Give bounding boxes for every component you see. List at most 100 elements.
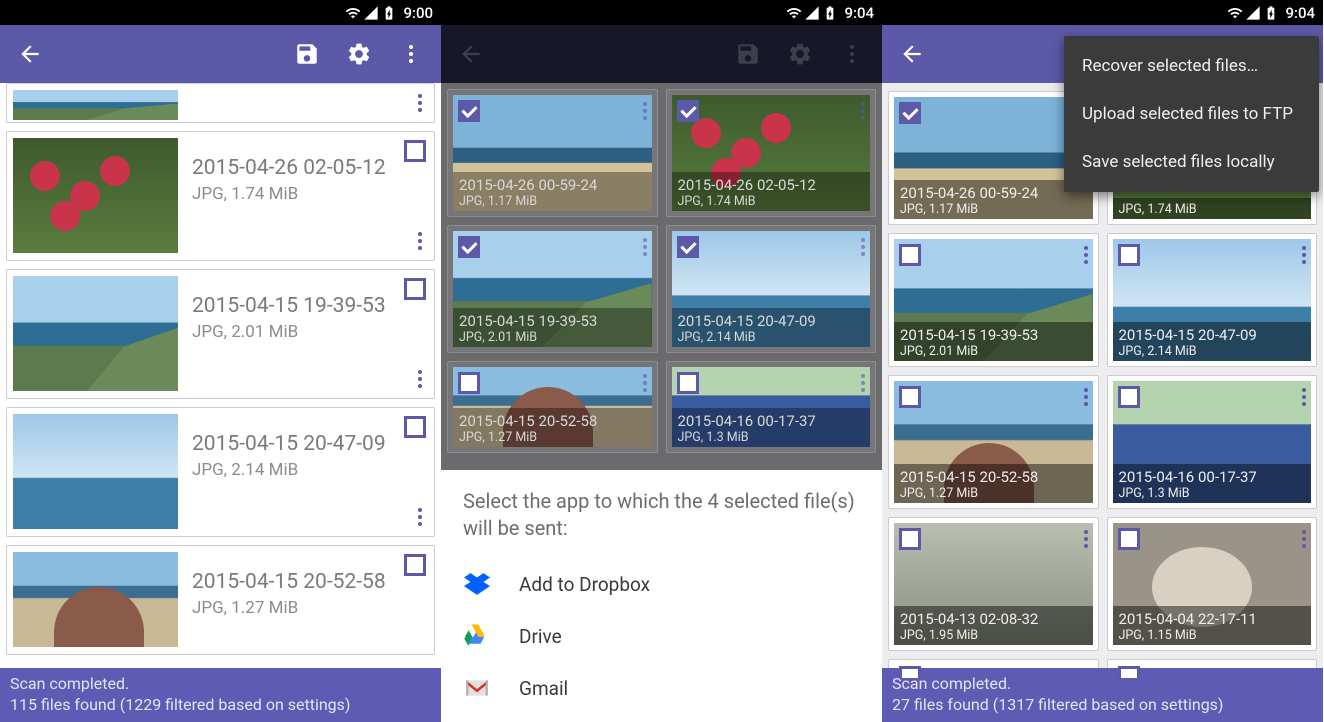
status-time: 9:04	[844, 4, 874, 22]
file-list-item[interactable]: 2015-04-15 20-52-58 JPG, 1.27 MiB	[6, 545, 435, 655]
file-grid: 2015-04-26 00-59-24JPG, 1.17 MiB 2015-04…	[441, 83, 882, 459]
item-more-button[interactable]	[859, 100, 867, 122]
signal-icon	[804, 5, 820, 21]
status-time: 9:00	[403, 4, 433, 22]
file-grid-item[interactable]: 2015-04-16 00-17-37JPG, 1.3 MiB	[666, 361, 877, 453]
share-bottom-sheet: Select the app to which the 4 selected f…	[441, 470, 882, 722]
item-more-button[interactable]	[1300, 528, 1308, 550]
select-checkbox[interactable]	[899, 102, 921, 124]
item-more-button[interactable]	[1082, 386, 1090, 408]
drive-icon	[463, 622, 491, 650]
item-more-button[interactable]	[414, 90, 426, 116]
save-button[interactable]	[285, 32, 329, 76]
file-grid-item[interactable]: 2015-04-04 22-17-11JPG, 1.15 MiB	[1107, 517, 1318, 651]
status-footer: Scan completed. 115 files found (1229 fi…	[0, 668, 441, 722]
thumbnail	[13, 552, 178, 647]
item-more-button[interactable]	[1082, 528, 1090, 550]
file-meta: JPG, 2.01 MiB	[192, 322, 418, 342]
overflow-popup-menu: Recover selected files… Upload selected …	[1064, 36, 1319, 192]
menu-save-locally[interactable]: Save selected files locally	[1064, 138, 1319, 186]
select-checkbox[interactable]	[899, 528, 921, 550]
select-checkbox[interactable]	[899, 244, 921, 266]
select-checkbox[interactable]	[404, 140, 426, 162]
item-more-button[interactable]	[859, 236, 867, 258]
select-checkbox[interactable]	[1118, 244, 1140, 266]
select-checkbox[interactable]	[677, 372, 699, 394]
sheet-title: Select the app to which the 4 selected f…	[441, 470, 882, 558]
back-button[interactable]	[890, 32, 934, 76]
file-grid-item[interactable]: 2015-04-26 02-05-12JPG, 1.74 MiB	[666, 89, 877, 217]
share-target-label: Add to Dropbox	[519, 573, 650, 596]
overflow-menu-button[interactable]	[389, 32, 433, 76]
select-checkbox[interactable]	[1118, 666, 1140, 678]
item-more-button[interactable]	[859, 372, 867, 394]
select-checkbox[interactable]	[404, 554, 426, 576]
item-more-button[interactable]	[414, 504, 426, 530]
file-list: 2015-04-26 02-05-12 JPG, 1.74 MiB 2015-0…	[0, 83, 441, 678]
file-grid-item[interactable]: 2015-04-15 19-39-53JPG, 2.01 MiB	[888, 233, 1099, 367]
file-list-item[interactable]	[6, 83, 435, 123]
back-button[interactable]	[8, 32, 52, 76]
item-more-button[interactable]	[641, 100, 649, 122]
menu-recover-selected[interactable]: Recover selected files…	[1064, 42, 1319, 90]
file-grid-item[interactable]: 2015-04-13 02-08-32JPG, 1.95 MiB	[888, 517, 1099, 651]
status-bar: 9:04	[882, 0, 1323, 25]
file-grid-item[interactable]: 2015-04-15 19-39-53JPG, 2.01 MiB	[447, 225, 658, 353]
gear-icon	[346, 41, 372, 67]
item-more-button[interactable]	[414, 228, 426, 254]
footer-line2: 27 files found (1317 filtered based on s…	[892, 695, 1313, 716]
select-checkbox[interactable]	[677, 100, 699, 122]
item-more-button[interactable]	[1082, 244, 1090, 266]
file-grid-item[interactable]: 2015-04-15 20-47-09JPG, 2.14 MiB	[666, 225, 877, 353]
status-footer: Scan completed. 27 files found (1317 fil…	[882, 668, 1323, 722]
file-grid-item[interactable]: 2015-04-15 20-52-58JPG, 1.27 MiB	[888, 375, 1099, 509]
screen-share-sheet: 9:04 2015-04-26 00-59-24JPG, 1.17 MiB 20…	[441, 0, 882, 722]
signal-icon	[1245, 5, 1261, 21]
gmail-icon	[463, 674, 491, 702]
battery-charging-icon	[1263, 5, 1279, 21]
select-checkbox[interactable]	[899, 666, 921, 678]
item-more-button[interactable]	[414, 366, 426, 392]
item-more-button[interactable]	[1300, 244, 1308, 266]
file-name: 2015-04-15 19-39-53	[192, 294, 418, 318]
share-target-gmail[interactable]: Gmail	[441, 662, 882, 714]
menu-upload-ftp[interactable]: Upload selected files to FTP	[1064, 90, 1319, 138]
wifi-icon	[345, 5, 361, 21]
status-bar: 9:04	[441, 0, 882, 25]
file-grid-item[interactable]: 2015-04-15 20-47-09JPG, 2.14 MiB	[1107, 233, 1318, 367]
file-grid-item[interactable]: 2015-04-16 00-17-37JPG, 1.3 MiB	[1107, 375, 1318, 509]
share-target-dropbox[interactable]: Add to Dropbox	[441, 558, 882, 610]
file-meta: JPG, 1.74 MiB	[192, 184, 418, 204]
file-meta: JPG, 2.14 MiB	[192, 460, 418, 480]
item-more-button[interactable]	[641, 372, 649, 394]
screen-overflow-menu: 9:04 2015-04-26 00-59-24JPG, 1.17 MiB JP…	[882, 0, 1323, 722]
select-checkbox[interactable]	[404, 416, 426, 438]
more-vert-icon	[409, 45, 413, 63]
item-more-button[interactable]	[641, 236, 649, 258]
item-more-button[interactable]	[1300, 386, 1308, 408]
select-checkbox[interactable]	[458, 236, 480, 258]
status-time: 9:04	[1285, 4, 1315, 22]
file-meta: JPG, 1.27 MiB	[192, 598, 418, 618]
battery-charging-icon	[381, 5, 397, 21]
signal-icon	[363, 5, 379, 21]
select-checkbox[interactable]	[1118, 528, 1140, 550]
app-bar	[0, 25, 441, 83]
select-checkbox[interactable]	[1118, 386, 1140, 408]
thumbnail	[13, 138, 178, 253]
share-target-drive[interactable]: Drive	[441, 610, 882, 662]
select-checkbox[interactable]	[899, 386, 921, 408]
file-name: 2015-04-26 02-05-12	[192, 156, 418, 180]
select-checkbox[interactable]	[458, 372, 480, 394]
settings-button[interactable]	[337, 32, 381, 76]
save-icon	[294, 41, 320, 67]
file-list-item[interactable]: 2015-04-26 02-05-12 JPG, 1.74 MiB	[6, 131, 435, 261]
select-checkbox[interactable]	[404, 278, 426, 300]
select-checkbox[interactable]	[677, 236, 699, 258]
select-checkbox[interactable]	[458, 100, 480, 122]
file-list-item[interactable]: 2015-04-15 19-39-53 JPG, 2.01 MiB	[6, 269, 435, 399]
file-name: 2015-04-15 20-47-09	[192, 432, 418, 456]
file-list-item[interactable]: 2015-04-15 20-47-09 JPG, 2.14 MiB	[6, 407, 435, 537]
file-grid-item[interactable]: 2015-04-26 00-59-24JPG, 1.17 MiB	[447, 89, 658, 217]
file-grid-item[interactable]: 2015-04-15 20-52-58JPG, 1.27 MiB	[447, 361, 658, 453]
